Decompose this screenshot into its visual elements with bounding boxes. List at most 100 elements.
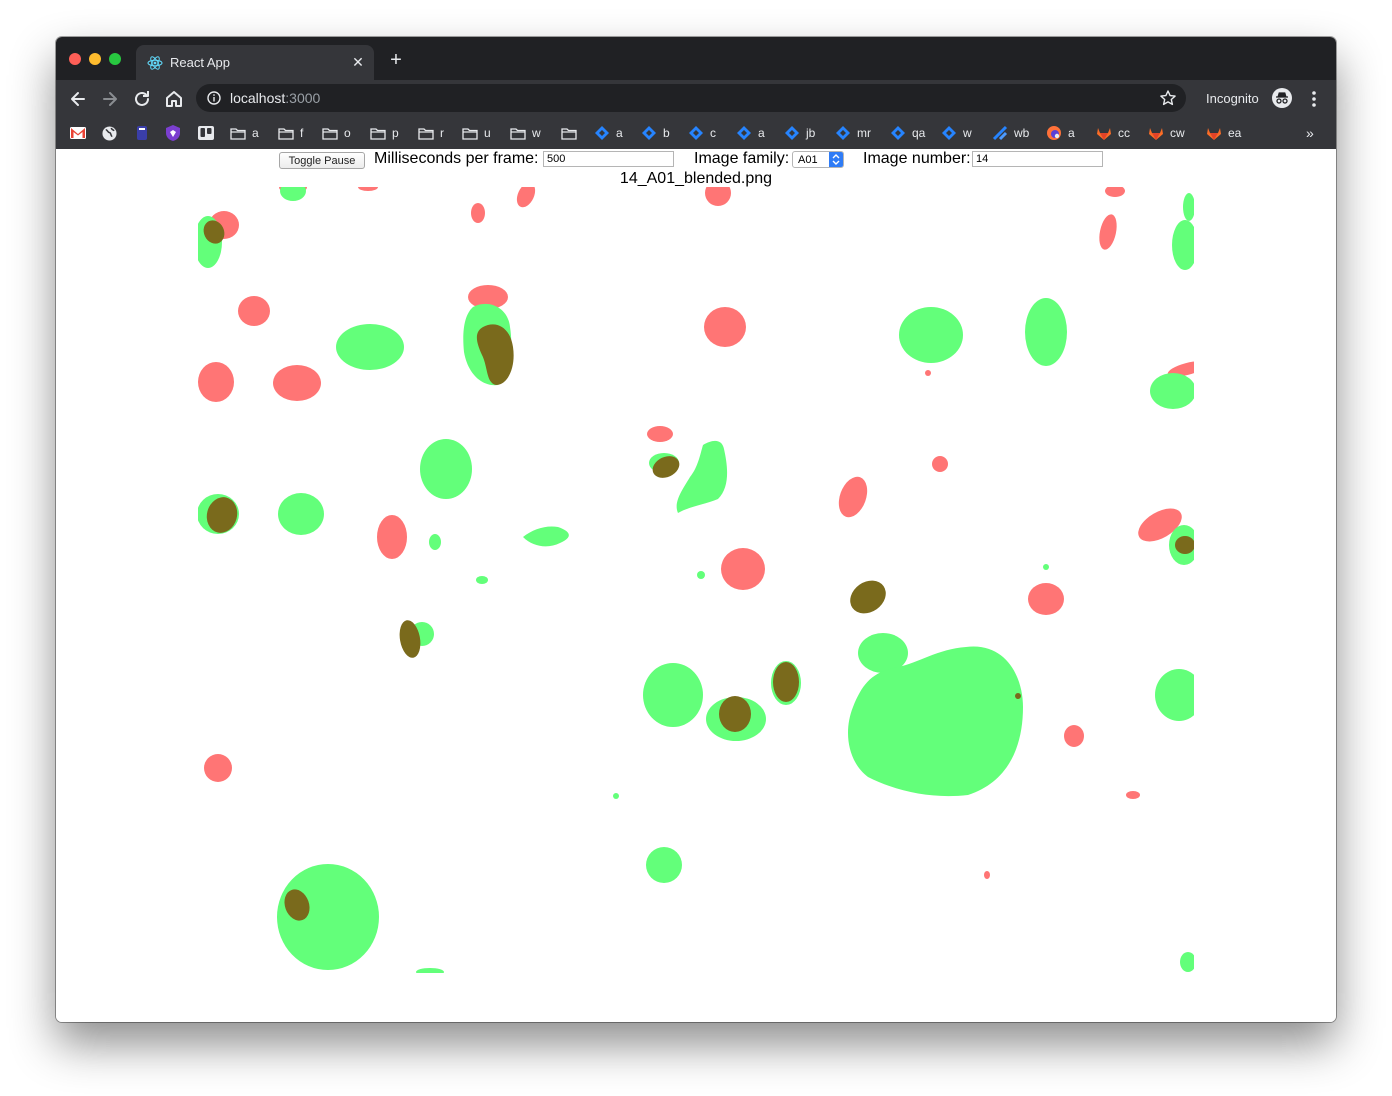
close-window-button[interactable] [69, 53, 81, 65]
reload-icon[interactable] [131, 88, 153, 110]
folder-icon [561, 127, 577, 140]
bookmark-item[interactable]: u [462, 122, 491, 144]
incognito-icon[interactable] [1272, 88, 1292, 108]
jira-icon [594, 125, 610, 141]
bookmark-item[interactable]: mr [835, 122, 871, 144]
page-content: Toggle Pause Milliseconds per frame: Ima… [56, 149, 1336, 1022]
more-menu-icon[interactable] [1306, 88, 1322, 110]
bookmark-item[interactable]: ea [1206, 122, 1241, 144]
bookmark-label: r [440, 126, 444, 140]
url-host: localhost [230, 90, 286, 106]
image-filename: 14_A01_blended.png [619, 170, 773, 187]
folder-icon [418, 127, 434, 140]
bookmark-item[interactable]: a [736, 122, 765, 144]
image-family-label: Image family: [694, 150, 790, 167]
bookmark-label: f [300, 126, 304, 140]
gitlab-icon [1096, 126, 1112, 141]
home-icon[interactable] [163, 88, 185, 110]
image-family-select[interactable]: A01 [792, 151, 844, 168]
trello-icon[interactable] [198, 126, 214, 140]
bookmark-label: jb [806, 126, 816, 140]
bookmark-item[interactable]: c [688, 122, 716, 144]
gitlab-icon [1148, 126, 1164, 141]
bookmark-item[interactable]: cw [1148, 122, 1185, 144]
folder-icon [370, 127, 386, 140]
back-icon[interactable] [67, 88, 89, 110]
bookmark-item[interactable]: qa [890, 122, 925, 144]
forward-icon[interactable] [99, 88, 121, 110]
jira-icon [835, 125, 851, 141]
bookmark-label: b [663, 126, 670, 140]
tab-react-app[interactable]: React App ✕ [136, 45, 374, 80]
jira-icon [688, 125, 704, 141]
jira-icon [941, 125, 957, 141]
bookmark-item[interactable]: cc [1096, 122, 1130, 144]
bookmark-label: mr [857, 126, 871, 140]
globe-icon[interactable] [102, 126, 117, 141]
react-icon [147, 56, 163, 70]
bookmark-label: w [963, 126, 972, 140]
bookmark-item[interactable] [561, 122, 577, 144]
select-arrows-icon [829, 152, 843, 167]
folder-icon [278, 127, 294, 140]
bookmark-item[interactable]: w [510, 122, 541, 144]
bookmark-item[interactable]: w [941, 122, 972, 144]
incognito-label: Incognito [1206, 91, 1259, 106]
bookmark-label: wb [1014, 126, 1030, 140]
bookmark-item[interactable]: a [230, 122, 259, 144]
firefox-icon [1046, 125, 1062, 141]
bookmark-item[interactable]: r [418, 122, 444, 144]
jira-software-icon [992, 125, 1008, 141]
url-text: localhost:3000 [230, 90, 320, 106]
info-icon[interactable] [207, 91, 221, 105]
image-family-value: A01 [798, 154, 818, 166]
close-tab-icon[interactable]: ✕ [348, 52, 368, 72]
bookmark-label: o [344, 126, 351, 140]
shield-icon[interactable] [166, 125, 180, 141]
bookmark-item[interactable]: b [641, 122, 670, 144]
browser-window: React App ✕ + localhost:3000 Incognito a… [56, 37, 1336, 1022]
toggle-pause-button[interactable]: Toggle Pause [279, 152, 365, 169]
bookmark-item[interactable]: f [278, 122, 303, 144]
bookmarks-bar: a f o p r u w a b c a jb mr qa w wb a cc cw ea » [56, 117, 1336, 149]
bookmark-label: cw [1170, 126, 1185, 140]
minimize-window-button[interactable] [89, 53, 101, 65]
jira-icon [641, 125, 657, 141]
bookmark-label: c [710, 126, 716, 140]
folder-icon [462, 127, 478, 140]
folder-icon [510, 127, 526, 140]
new-tab-button[interactable]: + [386, 50, 406, 70]
tab-title: React App [170, 55, 230, 70]
bookmarks-overflow-button[interactable]: » [1306, 125, 1314, 141]
browser-toolbar: localhost:3000 Incognito [56, 80, 1336, 117]
bookmark-item[interactable]: wb [992, 122, 1029, 144]
image-number-input[interactable] [972, 151, 1103, 167]
bookmark-star-icon[interactable] [1159, 89, 1177, 107]
bookmark-app-icon[interactable] [136, 125, 148, 141]
bookmark-label: w [532, 126, 541, 140]
ms-per-frame-input[interactable] [543, 151, 674, 167]
jira-icon [784, 125, 800, 141]
url-port: :3000 [285, 90, 321, 106]
blended-image [198, 187, 1194, 973]
folder-icon [230, 127, 246, 140]
bookmark-label: qa [912, 126, 926, 140]
jira-icon [890, 125, 906, 141]
gitlab-icon [1206, 126, 1222, 141]
bookmark-item[interactable]: p [370, 122, 399, 144]
gmail-icon[interactable] [70, 126, 86, 140]
bookmark-item[interactable]: a [594, 122, 623, 144]
jira-icon [736, 125, 752, 141]
bookmark-item[interactable]: jb [784, 122, 815, 144]
maximize-window-button[interactable] [109, 53, 121, 65]
bookmark-item[interactable]: o [322, 122, 351, 144]
bookmark-label: a [758, 126, 765, 140]
bookmark-label: cc [1118, 126, 1130, 140]
image-number-label: Image number: [863, 150, 971, 167]
bookmark-item[interactable]: a [1046, 122, 1075, 144]
bookmark-label: p [392, 126, 399, 140]
folder-icon [322, 127, 338, 140]
bookmark-label: a [252, 126, 259, 140]
address-bar[interactable]: localhost:3000 [196, 84, 1186, 112]
bookmark-label: a [616, 126, 623, 140]
